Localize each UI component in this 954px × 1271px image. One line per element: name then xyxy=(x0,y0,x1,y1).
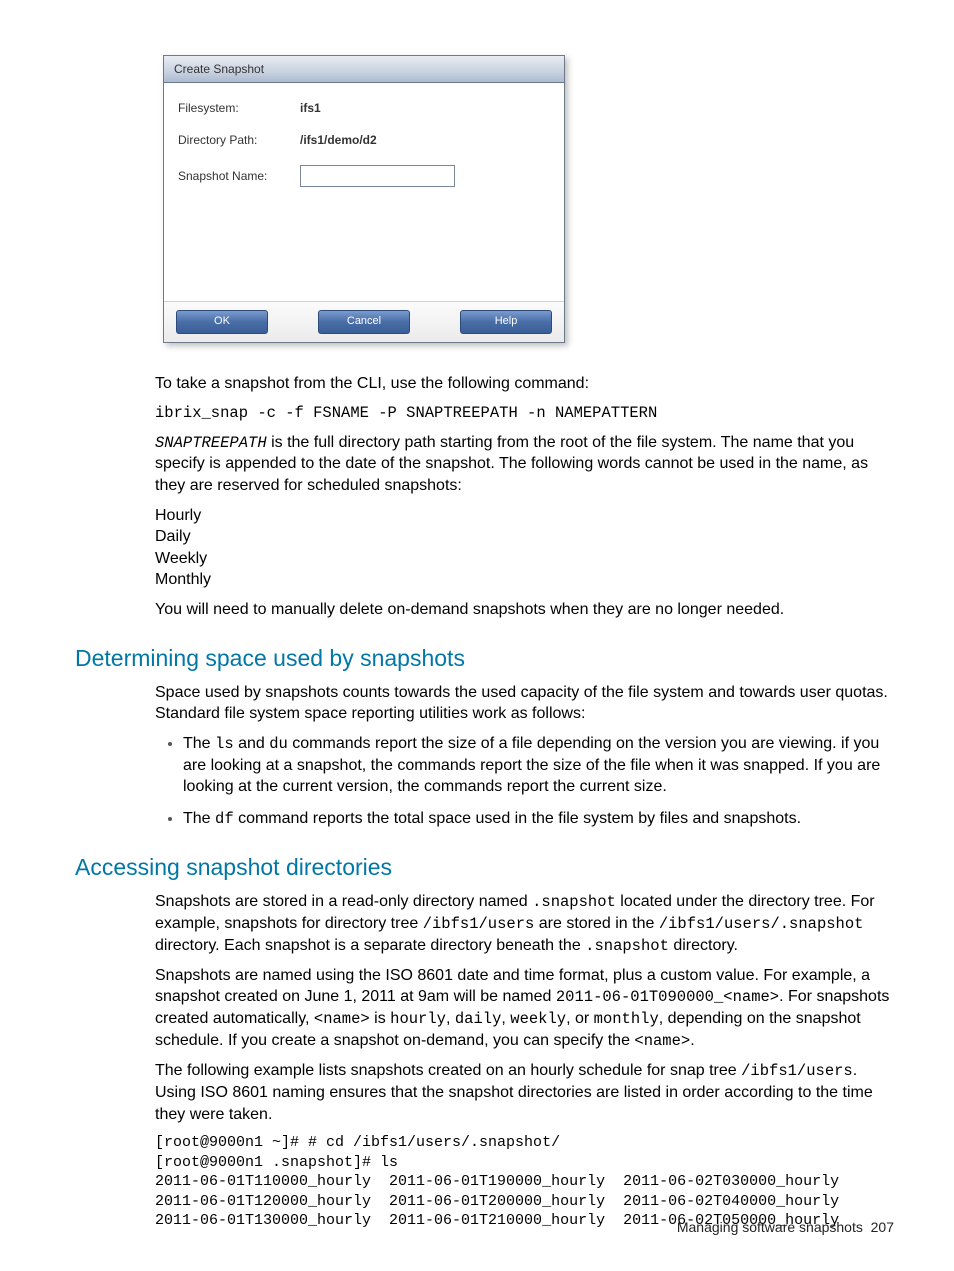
p-snaptreepath: SNAPTREEPATH is the full directory path … xyxy=(155,432,899,497)
filesystem-label: Filesystem: xyxy=(178,101,300,115)
footer-text: Managing software snapshots xyxy=(677,1219,863,1235)
space-bullet-list: The ls and du commands report the size o… xyxy=(155,733,899,830)
reserved-daily: Daily xyxy=(155,526,899,548)
p-space-intro: Space used by snapshots counts towards t… xyxy=(155,682,899,725)
directory-path-label: Directory Path: xyxy=(178,133,300,147)
snapshot-name-label: Snapshot Name: xyxy=(178,169,300,183)
cancel-button[interactable]: Cancel xyxy=(318,310,410,334)
row-directory-path: Directory Path: /ifs1/demo/d2 xyxy=(178,133,550,147)
p-access-1: Snapshots are stored in a read-only dire… xyxy=(155,891,899,957)
p-cli-intro: To take a snapshot from the CLI, use the… xyxy=(155,373,899,395)
reserved-hourly: Hourly xyxy=(155,505,899,527)
code-du: du xyxy=(269,735,288,753)
p-manual-delete: You will need to manually delete on-dema… xyxy=(155,599,899,621)
body-content: To take a snapshot from the CLI, use the… xyxy=(155,373,899,1231)
footer-page: 207 xyxy=(871,1219,894,1235)
term-snaptreepath: SNAPTREEPATH xyxy=(155,434,267,452)
dialog-title: Create Snapshot xyxy=(164,56,564,83)
p-access-3: The following example lists snapshots cr… xyxy=(155,1060,899,1125)
dialog-footer: OK Cancel Help xyxy=(164,301,564,342)
filesystem-value: ifs1 xyxy=(300,101,321,115)
cli-command: ibrix_snap -c -f FSNAME -P SNAPTREEPATH … xyxy=(155,403,899,424)
p-access-2: Snapshots are named using the ISO 8601 d… xyxy=(155,965,899,1052)
row-snapshot-name: Snapshot Name: xyxy=(178,165,550,187)
code-ls: ls xyxy=(215,735,234,753)
reserved-weekly: Weekly xyxy=(155,548,899,570)
heading-accessing: Accessing snapshot directories xyxy=(75,852,899,883)
page-footer: Managing software snapshots 207 xyxy=(677,1219,894,1235)
bullet-df: The df command reports the total space u… xyxy=(183,808,899,830)
reserved-words-list: Hourly Daily Weekly Monthly xyxy=(155,505,899,591)
create-snapshot-dialog: Create Snapshot Filesystem: ifs1 Directo… xyxy=(163,55,565,343)
page: Create Snapshot Filesystem: ifs1 Directo… xyxy=(0,0,954,1271)
snapshot-listing: [root@9000n1 ~]# # cd /ibfs1/users/.snap… xyxy=(155,1133,899,1231)
snapshot-name-input[interactable] xyxy=(300,165,455,187)
dialog-body: Filesystem: ifs1 Directory Path: /ifs1/d… xyxy=(164,83,564,301)
directory-path-value: /ifs1/demo/d2 xyxy=(300,133,377,147)
row-filesystem: Filesystem: ifs1 xyxy=(178,101,550,115)
ok-button[interactable]: OK xyxy=(176,310,268,334)
reserved-monthly: Monthly xyxy=(155,569,899,591)
heading-space-used: Determining space used by snapshots xyxy=(75,643,899,674)
code-df: df xyxy=(215,810,234,828)
bullet-ls-du: The ls and du commands report the size o… xyxy=(183,733,899,798)
help-button[interactable]: Help xyxy=(460,310,552,334)
